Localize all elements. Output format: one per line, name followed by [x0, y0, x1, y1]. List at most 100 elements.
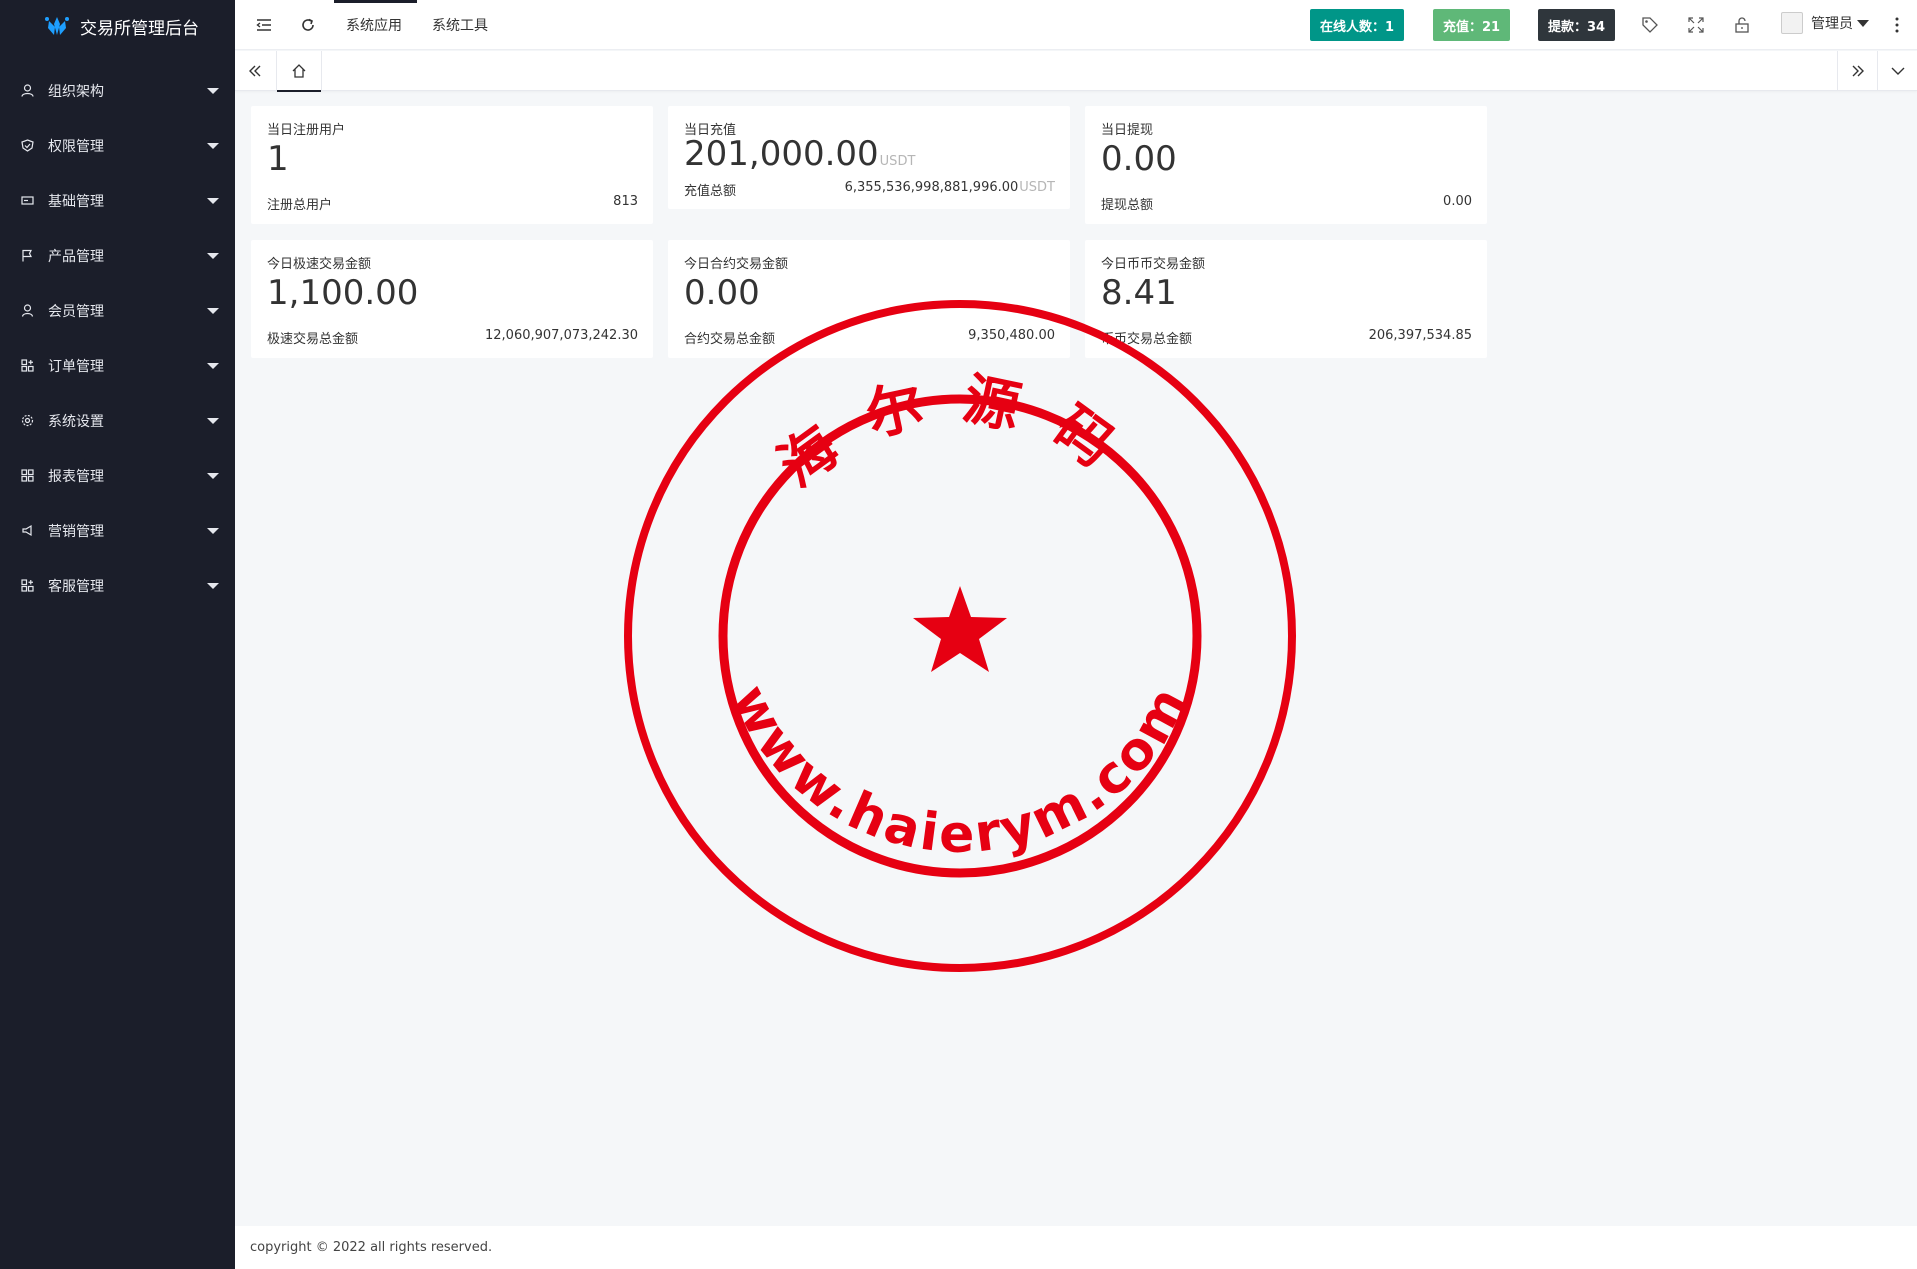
flag-icon — [20, 249, 34, 263]
card-footer-value: 0.00 — [1443, 194, 1472, 209]
card-title: 当日提现 — [1101, 123, 1154, 138]
card-value: 201,000.00USDT — [684, 134, 916, 174]
sidebar-item-label: 报表管理 — [48, 468, 104, 485]
card-value: 0.00 — [684, 273, 760, 313]
sidebar-item-basic[interactable]: 基础管理 — [0, 173, 235, 228]
sidebar-item-order[interactable]: 订单管理 — [0, 338, 235, 393]
stat-card-fast-trade: 今日极速交易金额 1,100.00 极速交易总金额 12,060,907,073… — [251, 240, 653, 358]
person-icon — [20, 304, 34, 318]
card-footer-label: 合约交易总金额 — [684, 332, 776, 347]
card-title: 当日注册用户 — [267, 123, 346, 138]
card-title: 今日币币交易金额 — [1101, 257, 1206, 272]
sidebar-item-settings[interactable]: 系统设置 — [0, 393, 235, 448]
lock-icon[interactable] — [1733, 16, 1751, 34]
card-value-unit: USDT — [879, 154, 916, 169]
sidebar-item-label: 系统设置 — [48, 413, 104, 430]
caret-down-icon — [207, 417, 219, 424]
caret-down-icon — [207, 197, 219, 204]
logo-icon — [45, 17, 69, 35]
report-grid-icon — [20, 469, 34, 483]
star-icon — [913, 586, 1007, 672]
stat-card-registrations: 当日注册用户 1 注册总用户 813 — [251, 106, 653, 224]
sidebar-item-marketing[interactable]: 营销管理 — [0, 503, 235, 558]
tab-system-apps[interactable]: 系统应用 — [334, 0, 417, 50]
card-icon — [20, 194, 34, 208]
scroll-tabs-left-button[interactable] — [235, 51, 275, 91]
stat-card-coin-trade: 今日币币交易金额 8.41 币币交易总金额 206,397,534.85 — [1085, 240, 1487, 358]
sidebar-item-product[interactable]: 产品管理 — [0, 228, 235, 283]
user-icon — [20, 84, 34, 98]
stamp-top-text: 海尔源码 — [767, 366, 1152, 499]
sidebar: 交易所管理后台 组织架构 权限管理 基础管理 产品管理 会员管理 订单管理 系统… — [0, 0, 235, 1269]
sidebar-item-org[interactable]: 组织架构 — [0, 63, 235, 118]
card-footer-label: 币币交易总金额 — [1101, 332, 1193, 347]
copyright-text: copyright © 2022 all rights reserved. — [250, 1240, 493, 1255]
page-footer: copyright © 2022 all rights reserved. — [235, 1226, 1917, 1269]
scroll-tabs-right-button[interactable] — [1837, 51, 1877, 91]
caret-down-icon — [207, 527, 219, 534]
withdraw-count-badge[interactable]: 提款：34 — [1538, 9, 1616, 41]
sidebar-item-service[interactable]: 客服管理 — [0, 558, 235, 613]
watermark-stamp: 海尔源码 www.haierym.com — [624, 300, 1296, 972]
app-logo[interactable]: 交易所管理后台 — [0, 0, 235, 52]
card-value: 1,100.00 — [267, 273, 419, 313]
card-footer-value: 6,355,536,998,881,996.00USDT — [844, 180, 1055, 195]
more-button[interactable] — [1885, 0, 1909, 50]
sidebar-item-label: 订单管理 — [48, 358, 104, 375]
menu-fold-icon — [256, 19, 271, 31]
sidebar-item-label: 权限管理 — [48, 138, 104, 155]
sidebar-item-report[interactable]: 报表管理 — [0, 448, 235, 503]
caret-down-icon — [207, 362, 219, 369]
sidebar-item-label: 基础管理 — [48, 193, 104, 210]
app-title: 交易所管理后台 — [80, 18, 199, 39]
toggle-sidebar-button[interactable] — [249, 0, 279, 50]
card-value: 0.00 — [1101, 139, 1177, 179]
card-footer-value: 206,397,534.85 — [1368, 328, 1472, 343]
home-icon — [292, 64, 306, 78]
sidebar-item-label: 产品管理 — [48, 248, 104, 265]
card-footer-label: 注册总用户 — [267, 198, 333, 213]
user-name: 管理员 — [1811, 16, 1853, 32]
top-header: 系统应用 系统工具 在线人数：1 充值：21 提款：34 管理员 — [235, 0, 1917, 50]
user-menu[interactable]: 管理员 — [1781, 12, 1869, 34]
tab-home[interactable] — [276, 51, 322, 92]
caret-down-icon — [1857, 19, 1869, 27]
tag-icon[interactable] — [1641, 16, 1659, 34]
caret-down-icon — [207, 307, 219, 314]
online-count-badge[interactable]: 在线人数：1 — [1310, 9, 1405, 41]
grid-plus-icon — [20, 579, 34, 593]
card-value: 1 — [267, 139, 289, 179]
fullscreen-icon[interactable] — [1687, 16, 1705, 34]
card-footer-label: 充值总额 — [684, 184, 737, 199]
stamp-outer-ring — [624, 300, 1296, 972]
caret-down-icon — [207, 142, 219, 149]
card-value: 8.41 — [1101, 273, 1177, 313]
tab-system-tools[interactable]: 系统工具 — [432, 0, 488, 50]
refresh-button[interactable] — [293, 0, 323, 50]
sidebar-item-member[interactable]: 会员管理 — [0, 283, 235, 338]
card-footer-value: 9,350,480.00 — [968, 328, 1055, 343]
chevron-down-icon — [1891, 67, 1904, 75]
card-footer-unit: USDT — [1019, 180, 1055, 195]
sidebar-item-label: 营销管理 — [48, 523, 104, 540]
double-chevron-left-icon — [249, 65, 261, 77]
tab-options-button[interactable] — [1877, 51, 1917, 91]
megaphone-icon — [20, 524, 34, 538]
recharge-count-badge[interactable]: 充值：21 — [1433, 9, 1511, 41]
shield-icon — [20, 139, 34, 153]
sidebar-item-permission[interactable]: 权限管理 — [0, 118, 235, 173]
grid-plus-icon — [20, 359, 34, 373]
more-vertical-icon — [1895, 17, 1899, 33]
caret-down-icon — [207, 472, 219, 479]
caret-down-icon — [207, 87, 219, 94]
card-footer-label: 极速交易总金额 — [267, 332, 359, 347]
page-tab-bar — [235, 51, 1917, 92]
gear-icon — [20, 414, 34, 428]
avatar — [1781, 12, 1803, 34]
card-title: 今日极速交易金额 — [267, 257, 372, 272]
caret-down-icon — [207, 252, 219, 259]
sidebar-item-label: 组织架构 — [48, 83, 104, 100]
stat-card-contract-trade: 今日合约交易金额 0.00 合约交易总金额 9,350,480.00 — [668, 240, 1070, 358]
card-title: 今日合约交易金额 — [684, 257, 789, 272]
stamp-bottom-text: www.haierym.com — [719, 675, 1200, 865]
